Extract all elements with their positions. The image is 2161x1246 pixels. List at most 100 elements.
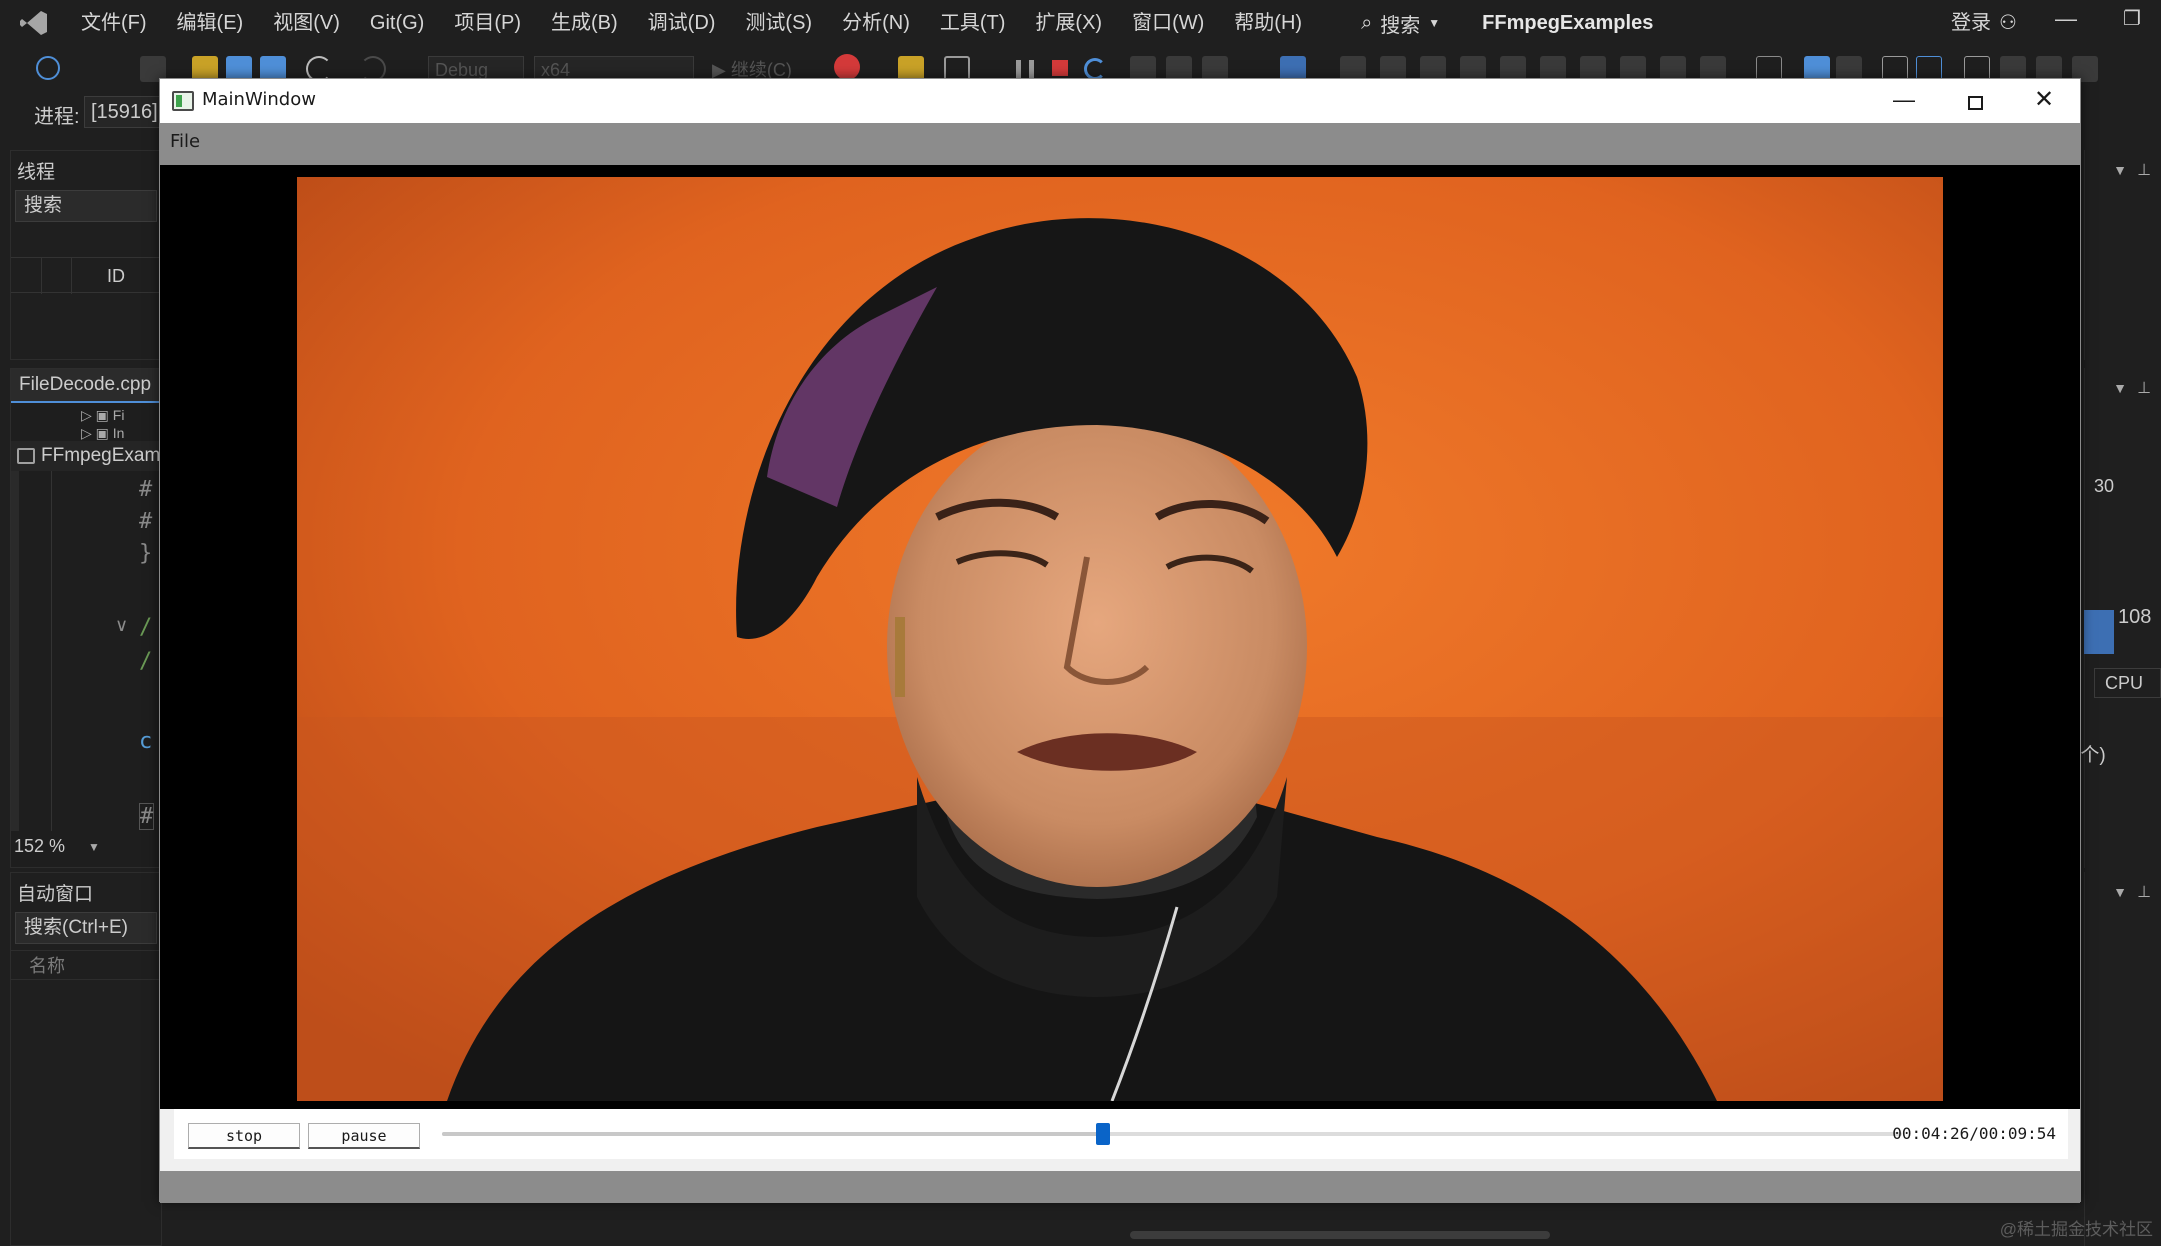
column-separator[interactable] (71, 258, 72, 294)
right-panel-bottom: ▼ ⊥ (2084, 872, 2161, 1246)
editor-navigation-bar[interactable]: FFmpegExam (11, 441, 163, 471)
editor-gutter (51, 471, 52, 831)
pin-icon[interactable]: ⊥ (2137, 378, 2151, 398)
process-select[interactable]: [15916] (84, 96, 164, 128)
file-menu[interactable]: File (170, 131, 200, 152)
menu-analyze[interactable]: 分析(N) (827, 0, 925, 46)
seek-slider-fill (442, 1132, 1103, 1136)
column-separator[interactable] (41, 258, 42, 294)
search-icon: ⌕ (1361, 11, 1373, 34)
menu-extensions[interactable]: 扩展(X) (1020, 0, 1117, 46)
project-icon (17, 448, 35, 464)
memory-graph (2084, 610, 2114, 654)
menu-edit[interactable]: 编辑(E) (162, 0, 259, 46)
video-area[interactable] (160, 165, 2080, 1109)
ide-restore-button[interactable]: ❐ (2117, 6, 2147, 36)
code-line[interactable]: c (139, 729, 152, 754)
menu-file[interactable]: 文件(F) (66, 0, 162, 46)
editor-navigation-label: FFmpegExam (41, 445, 161, 466)
menu-help[interactable]: 帮助(H) (1219, 0, 1317, 46)
solution-name: FFmpegExamples (1482, 11, 1654, 34)
main-window-titlebar[interactable]: MainWindow — ✕ (160, 79, 2080, 123)
break-all-icon[interactable] (1016, 60, 1034, 78)
main-window-statusbar (160, 1171, 2080, 1203)
collapse-icon[interactable]: ∨ (115, 615, 128, 636)
code-line[interactable]: / (139, 615, 152, 640)
video-frame-image (297, 177, 1943, 1101)
visual-studio-icon[interactable] (16, 7, 52, 39)
qt-window-icon (172, 91, 194, 111)
main-window-menubar: File (160, 123, 2080, 165)
threads-table-header: ID (11, 257, 163, 294)
restart-icon[interactable] (1084, 58, 1106, 80)
stop-debugging-icon[interactable] (1052, 60, 1068, 76)
solution-tree-row[interactable]: ▷ ▣ In (81, 425, 124, 442)
player-controls: stop pause 00:04:26/00:09:54 (174, 1109, 2068, 1159)
process-label: 进程: (34, 106, 80, 128)
editor-scrollbar[interactable] (11, 471, 19, 831)
account-icon[interactable]: ⚇ (1999, 10, 2023, 34)
solution-tree-row[interactable]: ▷ ▣ Fi (81, 407, 124, 424)
code-line[interactable]: # (139, 509, 152, 534)
seek-slider[interactable] (442, 1123, 1902, 1145)
search-menu-label: 搜索 (1380, 14, 1421, 37)
diagnostics-value: 30 (2094, 476, 2115, 496)
autos-name-column[interactable]: 名称 (11, 950, 161, 980)
chevron-down-icon: ▼ (1428, 16, 1441, 30)
cpu-tab[interactable]: CPU (2094, 668, 2161, 698)
time-label: 00:04:26/00:09:54 (1892, 1124, 2056, 1143)
visual-studio-icon-svg (20, 11, 47, 35)
search-menu[interactable]: ⌕ 搜索 ▼ (1347, 9, 1454, 38)
threads-panel: 线程 搜索 ID (10, 150, 163, 360)
login-button[interactable]: 登录 (1951, 0, 1991, 46)
close-button[interactable]: ✕ (2026, 85, 2062, 117)
stop-button[interactable]: stop (188, 1123, 300, 1149)
ide-minimize-button[interactable]: — (2051, 6, 2081, 36)
menu-project[interactable]: 项目(P) (439, 0, 536, 46)
horizontal-scrollbar[interactable] (1110, 1228, 1710, 1242)
chevron-down-icon[interactable]: ▼ (2113, 380, 2127, 396)
right-panel-top: ▼ ⊥ (2084, 150, 2161, 360)
video-frame (297, 177, 1943, 1101)
hot-reload-icon[interactable] (834, 54, 860, 80)
chevron-down-icon[interactable]: ▼ (2113, 162, 2127, 178)
seek-slider-handle[interactable] (1095, 1123, 1110, 1145)
code-line[interactable]: # (139, 803, 155, 830)
pause-button[interactable]: pause (308, 1123, 420, 1149)
menu-git[interactable]: Git(G) (355, 0, 439, 46)
back-icon[interactable] (36, 56, 60, 80)
pin-icon[interactable]: ⊥ (2137, 882, 2151, 902)
main-window-title: MainWindow (202, 89, 316, 110)
zoom-dropdown-icon[interactable]: ▼ (88, 840, 100, 854)
zoom-level[interactable]: 152 % (14, 836, 65, 857)
editor-tab[interactable]: FileDecode.cpp (11, 369, 163, 403)
menu-window[interactable]: 窗口(W) (1117, 0, 1219, 46)
code-editor: FileDecode.cpp ▷ ▣ Fi ▷ ▣ In FFmpegExam … (10, 368, 163, 868)
chevron-down-icon[interactable]: ▼ (2113, 884, 2127, 900)
diagnostics-value: 108 (2118, 606, 2152, 628)
menu-build[interactable]: 生成(B) (536, 0, 633, 46)
maximize-button[interactable] (1958, 87, 1992, 117)
threads-search-input[interactable]: 搜索 (15, 190, 157, 222)
autos-panel-title: 自动窗口 (17, 884, 94, 905)
autos-search-input[interactable]: 搜索(Ctrl+E) (15, 912, 157, 944)
pin-icon[interactable]: ⊥ (2137, 160, 2151, 180)
play-icon: ▶ (712, 60, 731, 80)
threads-id-column[interactable]: ID (107, 266, 125, 287)
menu-debug[interactable]: 调试(D) (633, 0, 731, 46)
scrollbar-thumb[interactable] (1130, 1231, 1550, 1239)
ide-menubar: 文件(F) 编辑(E) 视图(V) Git(G) 项目(P) 生成(B) 调试(… (0, 0, 2161, 46)
autos-panel: 自动窗口 搜索(Ctrl+E) 名称 (10, 872, 162, 1246)
maximize-icon (1968, 96, 1983, 110)
continue-label: 继续(C) (730, 60, 792, 80)
main-window: MainWindow — ✕ File stop pause 00:04:26/… (159, 78, 2081, 1203)
threads-panel-title: 线程 (17, 162, 56, 183)
watermark: @稀土掘金技术社区 (1999, 1220, 2153, 1239)
code-line[interactable]: / (139, 649, 152, 674)
code-line[interactable]: # (139, 477, 152, 502)
code-line[interactable]: } (139, 541, 152, 566)
menu-view[interactable]: 视图(V) (258, 0, 355, 46)
menu-test[interactable]: 测试(S) (730, 0, 827, 46)
minimize-button[interactable]: — (1886, 85, 1922, 117)
menu-tools[interactable]: 工具(T) (925, 0, 1021, 46)
